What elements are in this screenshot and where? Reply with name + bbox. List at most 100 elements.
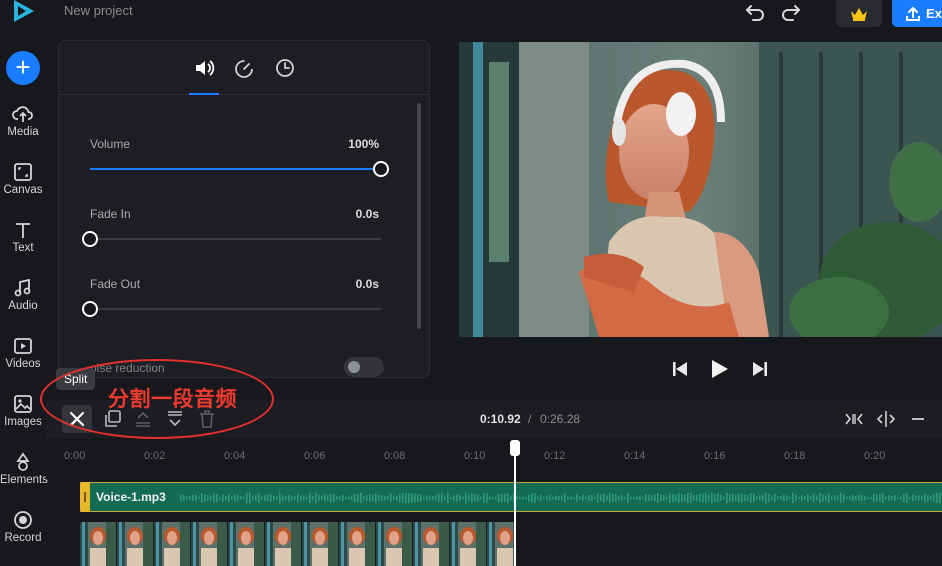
fade-in-slider[interactable] (82, 231, 381, 247)
volume-slider-knob[interactable] (373, 161, 389, 177)
waveform-bar (345, 496, 347, 500)
waveform-bar (819, 492, 821, 504)
waveform-bar (438, 493, 440, 503)
waveform-bar (648, 495, 650, 501)
waveform-bar (894, 495, 896, 501)
waveform-bar (849, 496, 851, 500)
fade-in-label: Fade In (90, 207, 131, 221)
rail-item-text[interactable]: Text (0, 220, 46, 254)
waveform-bar (534, 493, 536, 503)
waveform-bar (225, 495, 227, 501)
waveform-bar (483, 493, 485, 503)
waveform-bar (612, 493, 614, 503)
video-frame-thumbnail (413, 522, 450, 566)
rail-item-elements[interactable]: Elements (0, 452, 48, 486)
waveform-bar (447, 492, 449, 504)
waveform-bar (246, 492, 248, 504)
undo-icon[interactable] (745, 0, 767, 22)
waveform-bar (675, 494, 677, 502)
premium-button[interactable] (836, 0, 882, 27)
waveform-bar (492, 496, 494, 500)
tab-duration[interactable] (274, 57, 296, 79)
audio-clip[interactable] (80, 482, 942, 512)
waveform-bar (624, 496, 626, 500)
video-frame-thumbnail (302, 522, 339, 566)
waveform-bar (753, 493, 755, 503)
fit-timeline-icon[interactable] (843, 408, 865, 430)
play-icon[interactable] (708, 358, 730, 380)
playhead-line[interactable] (514, 446, 516, 566)
rail-item-record[interactable]: Record (0, 510, 46, 544)
snap-split-icon[interactable] (875, 408, 897, 430)
waveform-bar (528, 494, 530, 502)
waveform-bar (777, 496, 779, 500)
waveform-bar (732, 494, 734, 502)
waveform-bar (684, 494, 686, 502)
audio-waveform (180, 492, 941, 504)
waveform-bar (570, 496, 572, 500)
project-title[interactable]: New project (64, 3, 133, 18)
waveform-bar (906, 493, 908, 503)
waveform-bar (813, 493, 815, 503)
audio-clip-trim-handle[interactable] (80, 482, 90, 512)
waveform-bar (771, 496, 773, 500)
rail-label-elements: Elements (0, 474, 48, 486)
export-button[interactable]: Ex (892, 0, 942, 27)
redo-icon[interactable] (779, 0, 801, 22)
waveform-bar (501, 493, 503, 503)
waveform-bar (453, 495, 455, 501)
rail-item-audio[interactable]: Audio (0, 278, 46, 312)
waveform-bar (750, 493, 752, 503)
waveform-bar (351, 495, 353, 501)
ruler-tick: 0:20 (864, 450, 886, 462)
waveform-bar (681, 493, 683, 503)
app-logo-icon[interactable] (8, 0, 38, 24)
playhead-handle[interactable] (510, 440, 520, 456)
timeline-ruler[interactable]: 0:00 0:02 0:04 0:06 0:08 0:10 0:12 0:14 … (46, 438, 942, 478)
video-frame-thumbnail (154, 522, 191, 566)
waveform-bar (915, 495, 917, 501)
waveform-bar (357, 494, 359, 502)
tab-volume[interactable] (193, 57, 215, 79)
noise-reduction-toggle[interactable] (344, 357, 384, 377)
panel-scrollbar[interactable] (417, 103, 421, 329)
waveform-bar (273, 495, 275, 501)
waveform-bar (408, 492, 410, 504)
waveform-bar (312, 495, 314, 501)
rail-item-canvas[interactable]: Canvas (0, 162, 46, 196)
add-button[interactable]: + (6, 51, 40, 85)
audio-settings-panel: Volume 100% Fade In 0.0s Fade Out 0.0s o… (58, 40, 430, 378)
waveform-bar (489, 495, 491, 501)
video-frame-thumbnail (265, 522, 302, 566)
waveform-bar (846, 496, 848, 500)
skip-back-icon[interactable] (669, 358, 691, 380)
waveform-bar (840, 492, 842, 504)
waveform-bar (327, 495, 329, 501)
waveform-bar (711, 492, 713, 504)
fade-in-slider-knob[interactable] (82, 231, 98, 247)
zoom-out-icon[interactable] (907, 408, 929, 430)
waveform-bar (249, 492, 251, 504)
rail-item-videos[interactable]: Videos (0, 336, 46, 370)
waveform-bar (282, 494, 284, 502)
waveform-bar (717, 493, 719, 503)
fade-out-slider[interactable] (82, 301, 381, 317)
tab-speed[interactable] (233, 57, 255, 79)
skip-forward-icon[interactable] (749, 358, 771, 380)
waveform-bar (444, 495, 446, 501)
waveform-bar (657, 492, 659, 504)
video-preview[interactable] (459, 42, 942, 337)
video-clip[interactable] (80, 522, 514, 566)
waveform-bar (543, 496, 545, 500)
waveform-bar (348, 496, 350, 500)
ruler-tick: 0:14 (624, 450, 646, 462)
rail-item-media[interactable]: Media (0, 104, 46, 138)
volume-slider[interactable] (90, 161, 389, 177)
waveform-bar (747, 495, 749, 501)
waveform-bar (423, 496, 425, 500)
waveform-bar (888, 495, 890, 501)
waveform-bar (903, 493, 905, 503)
waveform-bar (744, 494, 746, 502)
fade-out-slider-knob[interactable] (82, 301, 98, 317)
waveform-bar (810, 495, 812, 501)
